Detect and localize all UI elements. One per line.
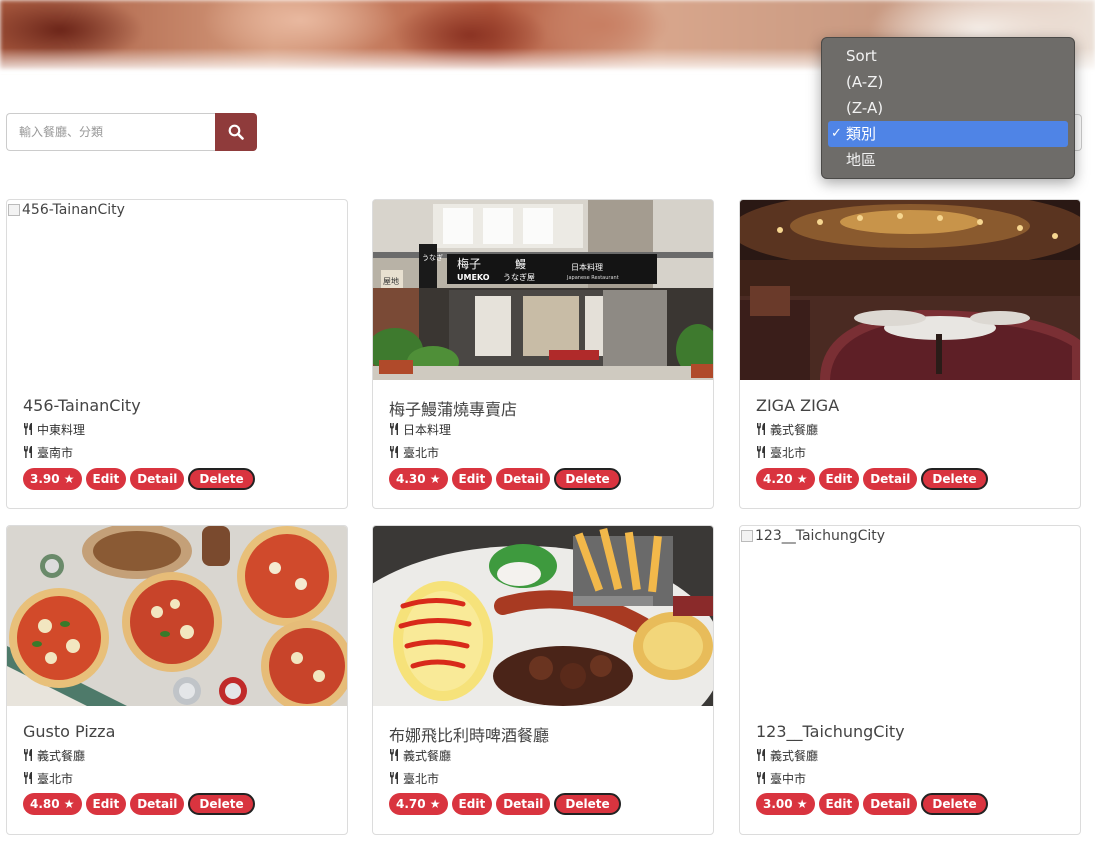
restaurant-image[interactable]: [7, 526, 347, 706]
restaurant-category: 中東料理: [23, 421, 85, 438]
restaurant-image[interactable]: [373, 526, 713, 706]
edit-button[interactable]: Edit: [85, 793, 127, 815]
edit-button[interactable]: Edit: [451, 468, 493, 490]
brunch-photo: [373, 526, 713, 706]
utensils-icon: [390, 772, 398, 784]
rating-badge: 3.00 ★: [756, 793, 815, 815]
restaurant-image[interactable]: 456-TainanCity: [7, 200, 347, 380]
rating-badge: 4.80 ★: [23, 793, 82, 815]
checkmark-icon: ✓: [831, 126, 842, 141]
svg-text:屋地: 屋地: [383, 276, 399, 286]
delete-button[interactable]: Delete: [921, 468, 988, 490]
search-input[interactable]: [6, 113, 216, 151]
restaurant-category: 義式餐廳: [23, 747, 85, 764]
restaurant-location: 臺北市: [389, 770, 439, 787]
utensils-icon: [390, 423, 398, 435]
svg-text:梅子: 梅子: [457, 256, 481, 271]
restaurant-category: 日本料理: [389, 421, 451, 438]
image-alt-text: 123__TaichungCity: [755, 528, 886, 544]
restaurant-name: 布娜飛比利時啤酒餐廳: [389, 726, 550, 745]
restaurant-card[interactable]: ZIGA ZIGA 義式餐廳 臺北市 4.20 ★ Edit Detail De…: [739, 199, 1081, 509]
utensils-icon: [24, 749, 32, 761]
pizza-photo: [7, 526, 347, 706]
delete-button[interactable]: Delete: [188, 468, 255, 490]
restaurant-image[interactable]: 梅子 UMEKO 鰻 うなぎ屋 日本料理 Japanese Restaurant…: [373, 200, 713, 380]
utensils-icon: [757, 446, 765, 458]
restaurant-card[interactable]: 梅子 UMEKO 鰻 うなぎ屋 日本料理 Japanese Restaurant…: [372, 199, 714, 509]
rating-badge: 4.20 ★: [756, 468, 815, 490]
edit-button[interactable]: Edit: [818, 468, 860, 490]
utensils-icon: [757, 749, 765, 761]
svg-text:日本料理: 日本料理: [571, 262, 603, 272]
image-alt-text: 456-TainanCity: [22, 202, 125, 218]
svg-text:UMEKO: UMEKO: [457, 273, 490, 282]
rating-badge: 4.30 ★: [389, 468, 448, 490]
restaurant-card[interactable]: 布娜飛比利時啤酒餐廳 義式餐廳 臺北市 4.70 ★ Edit Detail D…: [372, 525, 714, 835]
dining-room-photo: [740, 200, 1080, 380]
utensils-icon: [24, 772, 32, 784]
utensils-icon: [390, 749, 398, 761]
restaurant-name: 梅子鰻蒲燒專賣店: [389, 400, 518, 419]
detail-button[interactable]: Detail: [863, 468, 918, 490]
svg-text:Japanese Restaurant: Japanese Restaurant: [566, 275, 619, 281]
restaurant-image[interactable]: 123__TaichungCity: [740, 526, 1080, 706]
delete-button[interactable]: Delete: [921, 793, 988, 815]
svg-text:うなぎ屋: うなぎ屋: [503, 272, 535, 282]
utensils-icon: [757, 772, 765, 784]
restaurant-name: 123__TaichungCity: [756, 722, 905, 741]
detail-button[interactable]: Detail: [130, 468, 185, 490]
sort-option-z-a[interactable]: (Z-A): [828, 95, 1068, 121]
rating-badge: 3.90 ★: [23, 468, 82, 490]
detail-button[interactable]: Detail: [130, 793, 185, 815]
restaurant-card[interactable]: Gusto Pizza 義式餐廳 臺北市 4.80 ★ Edit Detail …: [6, 525, 348, 835]
restaurant-card[interactable]: 456-TainanCity 456-TainanCity 中東料理 臺南市 3…: [6, 199, 348, 509]
utensils-icon: [24, 446, 32, 458]
restaurant-category: 義式餐廳: [756, 747, 818, 764]
edit-button[interactable]: Edit: [451, 793, 493, 815]
restaurant-location: 臺中市: [756, 770, 806, 787]
restaurant-location: 臺北市: [756, 444, 806, 461]
sort-option-default[interactable]: Sort: [828, 43, 1068, 69]
rating-badge: 4.70 ★: [389, 793, 448, 815]
svg-text:鰻: 鰻: [515, 257, 526, 271]
detail-button[interactable]: Detail: [496, 468, 551, 490]
storefront-photo: 梅子 UMEKO 鰻 うなぎ屋 日本料理 Japanese Restaurant…: [373, 200, 713, 380]
restaurant-location: 臺北市: [389, 444, 439, 461]
sort-option-category[interactable]: ✓ 類別: [828, 121, 1068, 147]
restaurant-name: 456-TainanCity: [23, 396, 141, 415]
restaurant-name: ZIGA ZIGA: [756, 396, 840, 415]
search-icon: [228, 124, 244, 140]
utensils-icon: [390, 446, 398, 458]
detail-button[interactable]: Detail: [863, 793, 918, 815]
edit-button[interactable]: Edit: [818, 793, 860, 815]
detail-button[interactable]: Detail: [496, 793, 551, 815]
restaurant-category: 義式餐廳: [756, 421, 818, 438]
restaurant-location: 臺南市: [23, 444, 73, 461]
utensils-icon: [757, 423, 765, 435]
search-button[interactable]: [215, 113, 257, 151]
sort-option-a-z[interactable]: (A-Z): [828, 69, 1068, 95]
delete-button[interactable]: Delete: [188, 793, 255, 815]
sort-option-region[interactable]: 地區: [828, 147, 1068, 173]
edit-button[interactable]: Edit: [85, 468, 127, 490]
svg-text:うなぎ: うなぎ: [422, 253, 443, 262]
delete-button[interactable]: Delete: [554, 793, 621, 815]
sort-dropdown-menu[interactable]: Sort (A-Z) (Z-A) ✓ 類別 地區: [821, 37, 1075, 179]
restaurant-name: Gusto Pizza: [23, 722, 116, 741]
delete-button[interactable]: Delete: [554, 468, 621, 490]
restaurant-card[interactable]: 123__TaichungCity 123__TaichungCity 義式餐廳…: [739, 525, 1081, 835]
utensils-icon: [24, 423, 32, 435]
restaurant-location: 臺北市: [23, 770, 73, 787]
restaurant-category: 義式餐廳: [389, 747, 451, 764]
restaurant-image[interactable]: [740, 200, 1080, 380]
